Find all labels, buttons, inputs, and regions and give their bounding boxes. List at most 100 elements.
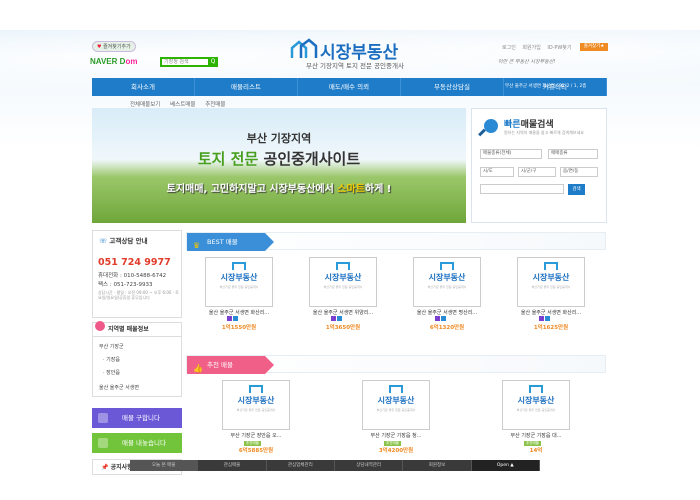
house-icon	[544, 262, 558, 270]
region-item-jangan[interactable]: · 장안읍	[103, 369, 120, 376]
keyword-input[interactable]	[480, 184, 564, 194]
banner-line3: 토지매매, 고민하지말고 시장부동산에서 스마트하게 !	[166, 184, 392, 195]
listing-tags	[227, 316, 239, 323]
listing-card[interactable]: 시장부동산 부산기장 울주 전문 공인중개사 울산 울주군 서생면 화산리... 1억…	[205, 257, 273, 332]
thumbnail-subtitle: 부산기장 울주 전문 공인중개사	[323, 285, 363, 289]
quick-search-panel: 빠른매물검색 원하는 지역의 매물을 쉽고 빠르게 검색해보세요 매물종류(전체…	[471, 108, 607, 223]
listing-address[interactable]: 울산 울주군 서생면 위양리...	[303, 309, 383, 316]
region-item-gijang[interactable]: · 기장읍	[103, 356, 120, 363]
bookmark-button[interactable]: 즐겨찾기★	[580, 43, 608, 51]
statusbar-open[interactable]: Open ▲	[471, 460, 540, 471]
best-tag: ♛ BEST 매물	[187, 233, 274, 251]
listing-price: 6억1320만원	[429, 325, 465, 331]
city-select[interactable]: 시/도	[480, 167, 514, 177]
statusbar-consult[interactable]: 상담내역관리	[335, 460, 404, 471]
find-id-link[interactable]: ID·PW찾기	[547, 45, 571, 51]
listing-thumbnail[interactable]: 시장부동산 부산기장 울주 전문 공인중개사	[502, 380, 570, 430]
listing-thumbnail[interactable]: 시장부동산부산기장 울주 전문 공인중개사	[222, 380, 290, 430]
nav-item-listings[interactable]: 매물리스트	[195, 78, 298, 96]
consult-hours: 상담시간 · 평일 : 오전 09:00 ~ 오후 6:00 · 토요일/일요일…	[98, 290, 179, 300]
thumbnail-subtitle: 부산기장 울주 전문 공인중개사	[376, 408, 416, 412]
customer-number[interactable]: 051 724 9977	[98, 257, 171, 268]
deal-type-select[interactable]: 매매종류	[548, 149, 598, 159]
house-icon	[389, 385, 403, 393]
best-section-header: ♛ BEST 매물	[186, 232, 606, 251]
thumbnail-logo: 시장부동산	[532, 273, 570, 282]
listing-card[interactable]: 시장부동산 부산기장 울주 전문 공인중개사 부산 기장군 기장읍 청... 추천매물…	[362, 380, 430, 455]
town-select[interactable]: 읍/면/동	[560, 167, 598, 177]
nav-item-request[interactable]: 매도/매수 의뢰	[298, 78, 401, 96]
thumbnail-logo: 시장부동산	[237, 396, 275, 405]
listing-address[interactable]: 부산 기장군 기장읍 대...	[496, 432, 576, 439]
listing-tags	[435, 316, 447, 323]
statusbar-recent[interactable]: 오늘 본 매물	[130, 460, 199, 471]
statusbar-agencies[interactable]: 관심업체관리	[267, 460, 335, 471]
tag-badge	[227, 316, 232, 321]
fax-line: 팩스 : 051-723-9933	[98, 282, 153, 288]
naver-search-button[interactable]: Q	[208, 57, 218, 67]
listing-address[interactable]: 부산 기장군 장안읍 오...	[216, 432, 296, 439]
listing-card[interactable]: 시장부동산 부산기장 울주 전문 공인중개사 울산 울주군 서생면 위양리... 1억…	[309, 257, 377, 332]
listing-price: 1억3650만원	[325, 325, 361, 331]
thumbnail-subtitle: 부산기장 울주 전문 공인중개사	[236, 408, 276, 412]
listing-thumbnail[interactable]: 시장부동산부산기장 울주 전문 공인중개사	[362, 380, 430, 430]
site-logo[interactable]: 시장부동산	[290, 38, 420, 63]
bottom-status-bar: 오늘 본 매물 관심매물 관심업체관리 상담내역관리 회원정보 Open ▲	[130, 460, 540, 471]
listing-address[interactable]: 울산 울주군 서생면 명산리...	[407, 309, 487, 316]
thumbnail-logo: 시장부동산	[517, 396, 555, 405]
slogan: 부산 기장지역 토지 전문 공인중개사	[306, 62, 404, 70]
district-select[interactable]: 시/군/구	[518, 167, 556, 177]
mobile-line: 휴대전화 : 010-5488-6742	[98, 273, 167, 279]
listing-thumbnail[interactable]: 시장부동산부산기장 울주 전문 공인중개사	[309, 257, 377, 307]
listing-card[interactable]: 시장부동산 부산기장 울주 전문 공인중개사 울산 울주군 서생면 명산리... 6억…	[413, 257, 481, 332]
nav-item-consult[interactable]: 부동산상담실	[401, 78, 504, 96]
region-title: 지역별 매물정보	[93, 321, 181, 337]
location-pin-icon	[95, 321, 105, 331]
thumbnail-logo: 시장부동산	[377, 396, 415, 405]
house-icon	[290, 38, 318, 58]
heart-icon: ♥	[97, 44, 102, 50]
statusbar-member[interactable]: 회원정보	[403, 460, 472, 471]
listing-address[interactable]: 울산 울주군 서생면 화산리...	[199, 309, 279, 316]
listing-thumbnail[interactable]: 시장부동산 부산기장 울주 전문 공인중개사	[205, 257, 273, 307]
region-item-ulsan[interactable]: 울산 울주군 서생면	[99, 384, 139, 391]
listing-tags	[539, 316, 551, 323]
listing-price: 6억5885만원	[238, 448, 274, 454]
phone-icon: ☏	[99, 237, 108, 245]
listing-address[interactable]: 부산 기장군 기장읍 청...	[356, 432, 436, 439]
thumbnail-logo: 시장부동산	[324, 273, 362, 282]
house-icon	[232, 262, 246, 270]
sub-nav: 전체매물보기 베스트매물 추천매물	[130, 100, 233, 108]
listing-card[interactable]: 시장부동산 부산기장 울주 전문 공인중개사 부산 기장군 기장읍 대... 추천매물…	[502, 380, 570, 455]
tag-badge	[539, 316, 544, 321]
quick-search-title: 빠른매물검색	[504, 120, 554, 130]
listing-price: 14억	[529, 448, 543, 454]
quick-search-button[interactable]: 검색	[568, 184, 585, 195]
offer-listing-button[interactable]: 매물 내놓습니다	[92, 433, 182, 453]
listing-address[interactable]: 울산 울주군 서생면 화산리...	[511, 309, 591, 316]
recommend-tag: 👍 추천 매물	[187, 356, 274, 374]
listing-thumbnail[interactable]: 시장부동산 부산기장 울주 전문 공인중개사	[413, 257, 481, 307]
login-link[interactable]: 로그인	[502, 45, 516, 51]
nav-item-about[interactable]: 회사소개	[92, 78, 195, 96]
magnifier-icon	[484, 119, 498, 133]
tag-badge	[331, 316, 336, 321]
house-doc-icon	[98, 438, 108, 448]
listing-thumbnail[interactable]: 시장부동산 부산기장 울주 전문 공인중개사	[517, 257, 585, 307]
listing-tags: 추천매물	[384, 439, 401, 446]
naver-search-input[interactable]: 기장정 검색	[160, 57, 210, 67]
page: ♥ 즐겨찾기추가 NAVER Dom 기장정 검색 Q 시장부동산 부산 기장지…	[0, 30, 700, 500]
favorite-button[interactable]: ♥ 즐겨찾기추가	[92, 41, 136, 52]
property-type-select[interactable]: 매물종류(전체)	[480, 149, 542, 159]
search-icon: Q	[210, 58, 216, 65]
thumbnail-subtitle: 부산기장 울주 전문 공인중개사	[427, 285, 467, 289]
statusbar-interest[interactable]: 관심매물	[198, 460, 267, 471]
main-banner[interactable]: 부산 기장지역 토지 전문 공인중개사이트 토지매매, 고민하지말고 시장부동산…	[92, 108, 466, 223]
request-listing-button[interactable]: 매물 구합니다	[92, 408, 182, 428]
listing-card[interactable]: 시장부동산 부산기장 울주 전문 공인중개사 울산 울주군 서생면 화산리... 1억…	[517, 257, 585, 332]
region-item-busan[interactable]: 부산 기장군	[99, 343, 124, 350]
customer-title: ☏ 고객상담 안내	[99, 237, 148, 245]
listing-card[interactable]: 시장부동산 부산기장 울주 전문 공인중개사 부산 기장군 장안읍 오... 추천매물…	[222, 380, 290, 455]
signup-link[interactable]: 회원가입	[522, 45, 540, 51]
naver-logo[interactable]: NAVER Dom	[90, 57, 137, 66]
